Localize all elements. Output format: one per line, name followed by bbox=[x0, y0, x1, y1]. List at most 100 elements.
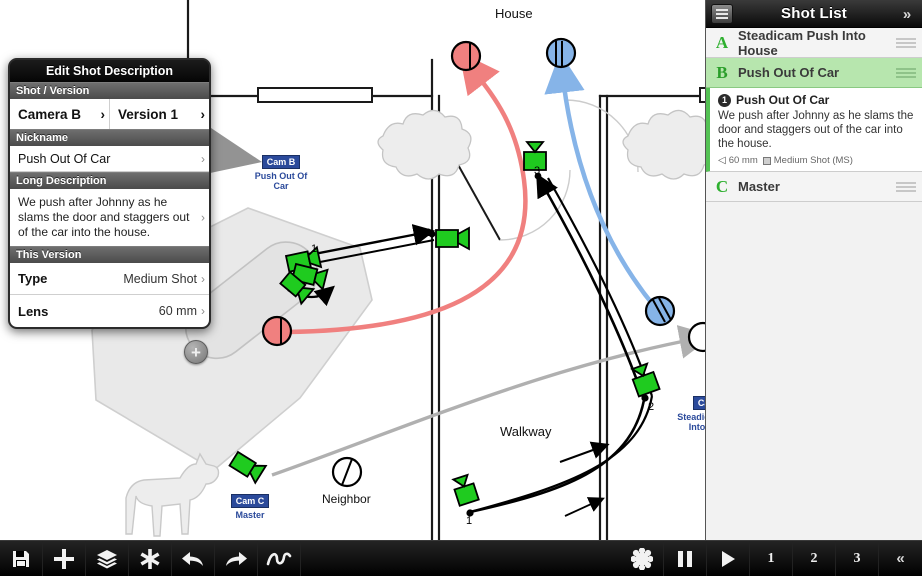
shot-detail-title: Push Out Of Car bbox=[736, 93, 830, 107]
shot-name: Steadicam Push Into House bbox=[738, 27, 866, 58]
point-number: 1 bbox=[466, 515, 473, 527]
type-label: Type bbox=[18, 271, 48, 286]
cam-tag-b[interactable]: Cam B Push Out Of Car bbox=[252, 152, 310, 191]
lens-icon: ◁ bbox=[718, 155, 726, 166]
cam-tag-c-desc: Master bbox=[235, 510, 265, 520]
actor-marker-red-end bbox=[450, 40, 482, 72]
double-chevron-left-icon[interactable]: « bbox=[879, 541, 922, 576]
type-field[interactable]: Type Medium Shot › bbox=[10, 263, 209, 295]
actor-marker-blue-start bbox=[644, 295, 676, 327]
long-description-field[interactable]: We push after Johnny as he slams the doo… bbox=[10, 189, 209, 246]
shot-type-meta: Medium Shot (MS) bbox=[762, 155, 853, 166]
double-chevron-right-icon[interactable]: » bbox=[896, 4, 918, 24]
collapse-glyph: » bbox=[902, 5, 912, 23]
section-header-long-description: Long Description bbox=[10, 172, 209, 189]
chevron-right-icon: › bbox=[201, 271, 205, 286]
dog-silhouette bbox=[125, 452, 220, 537]
undo-icon[interactable] bbox=[172, 541, 215, 576]
section-header-this-version: This Version bbox=[10, 246, 209, 263]
chevron-right-icon: › bbox=[200, 106, 206, 122]
shot-letter: C bbox=[715, 176, 729, 196]
popup-title: Edit Shot Description bbox=[10, 60, 209, 82]
reorder-handle-icon[interactable] bbox=[896, 37, 922, 48]
add-shot-button[interactable]: + bbox=[184, 340, 208, 364]
save-icon[interactable] bbox=[0, 541, 43, 576]
shot-detail-badge: 1 bbox=[718, 93, 731, 107]
shot-list-panel[interactable]: Shot List » A Steadicam Push Into House … bbox=[705, 0, 922, 540]
chevron-right-icon: › bbox=[201, 151, 205, 166]
lens-meta: ◁ 60 mm bbox=[718, 155, 758, 166]
actor-marker-blue-end bbox=[545, 37, 577, 69]
camera-select[interactable]: Camera B › bbox=[10, 99, 109, 129]
long-description-value: We push after Johnny as he slams the doo… bbox=[18, 195, 190, 239]
lens-label: Lens bbox=[18, 303, 49, 319]
reorder-handle-icon[interactable] bbox=[896, 67, 922, 78]
cam-tag-c-name: Cam C bbox=[230, 494, 270, 508]
shot-detail-header: 1 Push Out Of Car bbox=[718, 93, 915, 107]
point-number: 2 bbox=[648, 401, 655, 413]
version-select[interactable]: Version 1 › bbox=[109, 99, 209, 129]
neighbor-label: Neighbor bbox=[322, 492, 371, 506]
type-value: Medium Shot bbox=[123, 271, 197, 286]
redo-icon[interactable] bbox=[215, 541, 258, 576]
house-label: House bbox=[495, 6, 533, 21]
reorder-handle-icon[interactable] bbox=[896, 181, 922, 192]
nickname-value: Push Out Of Car bbox=[18, 151, 111, 166]
chevron-right-icon: › bbox=[201, 210, 205, 224]
gear-icon[interactable] bbox=[621, 541, 664, 576]
shot-detail-body: We push after Johnny as he slams the doo… bbox=[718, 110, 914, 150]
shot-row-b[interactable]: B Push Out Of Car bbox=[706, 58, 922, 88]
camera-icon-a-mid bbox=[630, 362, 661, 398]
add-icon[interactable] bbox=[43, 541, 86, 576]
bottom-toolbar[interactable]: 1 2 3 « bbox=[0, 540, 922, 576]
page-number-3-label: 3 bbox=[853, 550, 861, 566]
lens-value: 60 mm bbox=[158, 304, 197, 318]
shot-list-title: Shot List bbox=[781, 5, 847, 22]
camera-icon-a-start bbox=[451, 473, 480, 507]
shot-name: Push Out Of Car bbox=[738, 65, 840, 80]
page-number-2[interactable]: 2 bbox=[793, 541, 836, 576]
point-number: 2 bbox=[425, 227, 432, 239]
pause-icon[interactable] bbox=[664, 541, 707, 576]
shot-row-a[interactable]: A Steadicam Push Into House bbox=[706, 28, 922, 58]
toolbar-left-group bbox=[0, 541, 301, 576]
frame-icon bbox=[762, 156, 771, 165]
section-header-nickname: Nickname bbox=[10, 129, 209, 146]
chevron-right-icon: › bbox=[201, 304, 205, 318]
shot-detail-meta: ◁ 60 mm Medium Shot (MS) bbox=[718, 155, 915, 166]
nickname-field[interactable]: Push Out Of Car › bbox=[10, 146, 209, 172]
layers-icon[interactable] bbox=[86, 541, 129, 576]
page-number-1-label: 1 bbox=[767, 550, 775, 566]
point-number: 1 bbox=[311, 243, 318, 255]
shot-letter: B bbox=[716, 62, 728, 82]
lens-field[interactable]: Lens 60 mm › bbox=[10, 295, 209, 327]
shot-list-header: Shot List » bbox=[706, 0, 922, 28]
shot-type-value: Medium Shot (MS) bbox=[773, 155, 853, 166]
shot-row-c[interactable]: C Master bbox=[706, 172, 922, 202]
actor-marker-red-start bbox=[261, 315, 293, 347]
squiggle-icon[interactable] bbox=[258, 541, 301, 576]
point-number: 3 bbox=[534, 165, 541, 177]
version-value: Version 1 bbox=[118, 106, 179, 122]
cam-tag-b-desc: Push Out Of Car bbox=[254, 171, 308, 191]
walkway-label: Walkway bbox=[500, 424, 552, 439]
edit-shot-description-popup[interactable]: Edit Shot Description Shot / Version Cam… bbox=[8, 58, 211, 329]
lens-value: 60 mm bbox=[728, 155, 758, 166]
shot-version-row: Camera B › Version 1 › bbox=[10, 99, 209, 129]
play-icon[interactable] bbox=[707, 541, 750, 576]
camera-icon-c bbox=[228, 450, 268, 485]
hamburger-icon[interactable] bbox=[711, 4, 733, 24]
shot-letter: A bbox=[715, 32, 729, 52]
cam-tag-c[interactable]: Cam C Master bbox=[228, 491, 272, 520]
camera-value: Camera B bbox=[18, 106, 82, 122]
section-header-shot-version: Shot / Version bbox=[10, 82, 209, 99]
toolbar-right-group: 1 2 3 « bbox=[621, 541, 922, 576]
asterisk-icon[interactable] bbox=[129, 541, 172, 576]
shot-detail-card[interactable]: 1 Push Out Of Car We push after Johnny a… bbox=[706, 88, 922, 172]
page-number-1[interactable]: 1 bbox=[750, 541, 793, 576]
page-number-3[interactable]: 3 bbox=[836, 541, 879, 576]
page-number-2-label: 2 bbox=[810, 550, 818, 566]
chevron-right-icon: › bbox=[100, 106, 106, 122]
toolbar-collapse-glyph: « bbox=[896, 550, 905, 567]
app-root: House Walkway Neighbor Cam B Push Out Of… bbox=[0, 0, 922, 576]
